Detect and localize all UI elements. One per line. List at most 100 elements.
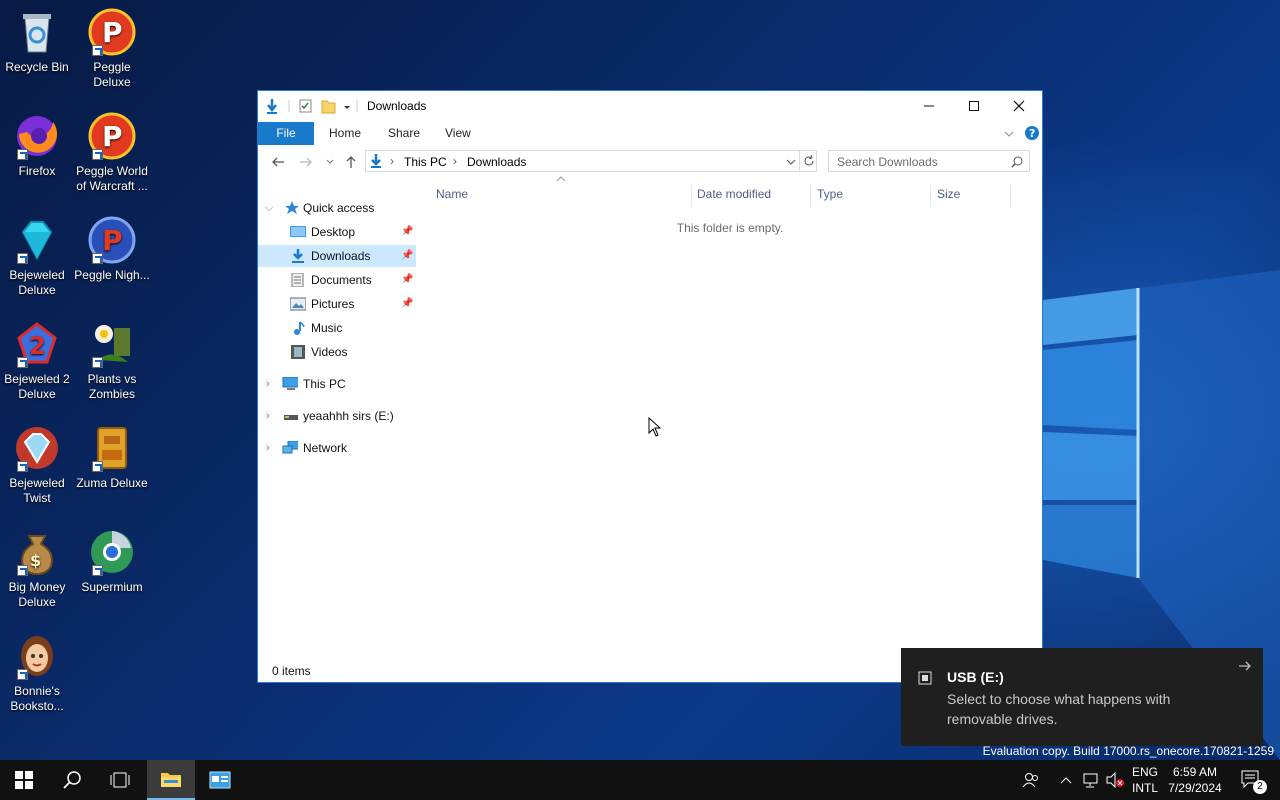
desktop-icon-peggle-deluxe[interactable]: P Peggle Deluxe [74, 8, 150, 90]
address-dropdown-icon[interactable] [786, 157, 796, 167]
breadcrumb-this-pc[interactable]: This PC [404, 155, 447, 169]
chevron-right-icon[interactable]: › [266, 373, 270, 395]
usb-notification-toast[interactable]: USB (E:) Select to choose what happens w… [901, 648, 1263, 746]
desktop-icon-peggle-nights[interactable]: P Peggle Nigh... [74, 216, 150, 283]
search-button[interactable] [48, 760, 96, 800]
column-header-name[interactable]: Name [430, 186, 692, 206]
peggle-icon: P [88, 112, 136, 160]
title-bar[interactable]: Downloads [258, 91, 1042, 121]
desktop-icon-zuma-deluxe[interactable]: Zuma Deluxe [74, 424, 150, 491]
refresh-icon[interactable] [803, 155, 815, 167]
desktop-icon-bonnies-bookstore[interactable]: Bonnie's Booksto... [0, 632, 75, 714]
breadcrumb-separator-icon: › [453, 154, 457, 168]
chevron-down-icon [326, 159, 334, 164]
column-header-type[interactable]: Type [811, 186, 931, 206]
nav-desktop[interactable]: Desktop 📌 [258, 221, 416, 243]
tab-view[interactable]: View [431, 122, 485, 145]
desktop-icon-label: Big Money Deluxe [8, 580, 66, 609]
volume-button[interactable] [1104, 760, 1126, 800]
nav-this-pc[interactable]: › This PC [258, 373, 416, 395]
file-list[interactable]: Name Date modified Type Size This folder… [420, 176, 1040, 655]
desktop-icon-peggle-wow[interactable]: P Peggle World of Warcraft ... [74, 112, 150, 194]
nav-label: Desktop [311, 225, 356, 239]
usb-drive-icon [284, 415, 298, 420]
peggle-icon: P [88, 8, 136, 56]
address-bar[interactable]: › This PC › Downloads [365, 150, 817, 172]
show-hidden-icons-button[interactable] [1056, 760, 1076, 800]
chevron-down-icon[interactable]: ⌵ [265, 197, 273, 219]
navigation-pane: ⌵ Quick access Desktop 📌 Downloads 📌 Doc… [258, 185, 418, 655]
tab-share[interactable]: Share [374, 122, 434, 145]
task-view-icon [110, 772, 130, 788]
tab-home[interactable]: Home [315, 122, 375, 145]
start-button[interactable] [0, 760, 48, 800]
task-view-button[interactable] [96, 760, 144, 800]
desktop-icon-label: Peggle Nigh... [74, 268, 150, 282]
network-status-button[interactable] [1080, 760, 1102, 800]
pin-icon[interactable]: 📌 [401, 221, 413, 243]
people-button[interactable] [1018, 760, 1044, 800]
pin-icon[interactable]: 📌 [401, 245, 413, 267]
desktop-icon-big-money[interactable]: $ Big Money Deluxe [0, 528, 75, 610]
minimize-icon [924, 105, 934, 107]
evaluation-watermark: Evaluation copy. Build 17000.rs_onecore.… [982, 744, 1274, 758]
svg-text:P: P [102, 120, 123, 153]
forward-button[interactable] [297, 153, 315, 171]
back-button[interactable] [269, 153, 287, 171]
chevron-right-icon[interactable]: › [266, 405, 270, 427]
action-center-button[interactable]: 2 [1232, 760, 1272, 800]
people-icon [1022, 773, 1038, 788]
breadcrumb-downloads[interactable]: Downloads [467, 155, 526, 169]
nav-quick-access[interactable]: ⌵ Quick access [258, 197, 416, 219]
notification-count-badge: 2 [1253, 780, 1267, 794]
column-header-size[interactable]: Size [931, 186, 1011, 206]
desktop-icon-supermium[interactable]: Supermium [74, 528, 150, 595]
network-icon [1083, 773, 1098, 788]
pin-icon[interactable]: 📌 [401, 269, 413, 291]
maximize-button[interactable] [951, 91, 997, 121]
desktop-icon-recycle-bin[interactable]: Recycle Bin [0, 8, 75, 75]
back-arrow-icon [272, 157, 284, 167]
nav-music[interactable]: Music [258, 317, 416, 339]
desktop-icon-firefox[interactable]: Firefox [0, 112, 75, 179]
desktop-icon-bejeweled-2[interactable]: 2 Bejeweled 2 Deluxe [0, 320, 75, 402]
tab-file[interactable]: File [258, 122, 314, 145]
taskbar-file-explorer[interactable] [147, 760, 195, 800]
desktop-icon-bejeweled-twist[interactable]: Bejeweled Twist [0, 424, 75, 506]
star-icon [285, 201, 299, 214]
taskbar-control-panel[interactable] [196, 760, 244, 800]
nav-pictures[interactable]: Pictures 📌 [258, 293, 416, 315]
clock-date: 7/29/2024 [1168, 781, 1222, 795]
help-button[interactable]: ? [1024, 125, 1040, 144]
clock[interactable]: 6:59 AM 7/29/2024 [1164, 764, 1226, 796]
file-explorer-window: Downloads File Home Share View ? › This … [257, 90, 1043, 683]
control-panel-icon [209, 771, 231, 789]
shortcut-arrow-icon [17, 357, 28, 368]
nav-usb-drive[interactable]: › yeaahhh sirs (E:) [258, 405, 416, 427]
column-header-date-modified[interactable]: Date modified [691, 186, 811, 206]
chevron-right-icon[interactable]: › [266, 437, 270, 459]
desktop-icon-label: Zuma Deluxe [76, 476, 148, 490]
close-button[interactable] [996, 91, 1042, 121]
nav-documents[interactable]: Documents 📌 [258, 269, 416, 291]
minimize-button[interactable] [906, 91, 952, 121]
up-button[interactable] [342, 153, 360, 171]
money-bag-icon: $ [13, 528, 61, 576]
input-language-indicator[interactable]: ENG INTL [1128, 764, 1162, 796]
arrow-right-icon[interactable] [1238, 660, 1252, 672]
shortcut-arrow-icon [92, 45, 103, 56]
search-input[interactable]: Search Downloads [837, 155, 938, 169]
desktop-icon-bejeweled-deluxe[interactable]: Bejeweled Deluxe [0, 216, 75, 298]
new-folder-icon [321, 100, 336, 114]
nav-network[interactable]: › Network [258, 437, 416, 459]
gem-icon [13, 216, 61, 264]
desktop-icon-plants-vs-zombies[interactable]: Plants vs Zombies [74, 320, 150, 402]
firefox-icon [13, 112, 61, 160]
search-box[interactable]: Search Downloads [828, 150, 1030, 172]
nav-downloads[interactable]: Downloads 📌 [258, 245, 416, 267]
language-code: ENG [1131, 765, 1158, 779]
pin-icon[interactable]: 📌 [401, 293, 413, 315]
nav-videos[interactable]: Videos [258, 341, 416, 363]
recent-locations-button[interactable] [321, 153, 339, 171]
expand-ribbon-button[interactable] [1003, 128, 1015, 142]
